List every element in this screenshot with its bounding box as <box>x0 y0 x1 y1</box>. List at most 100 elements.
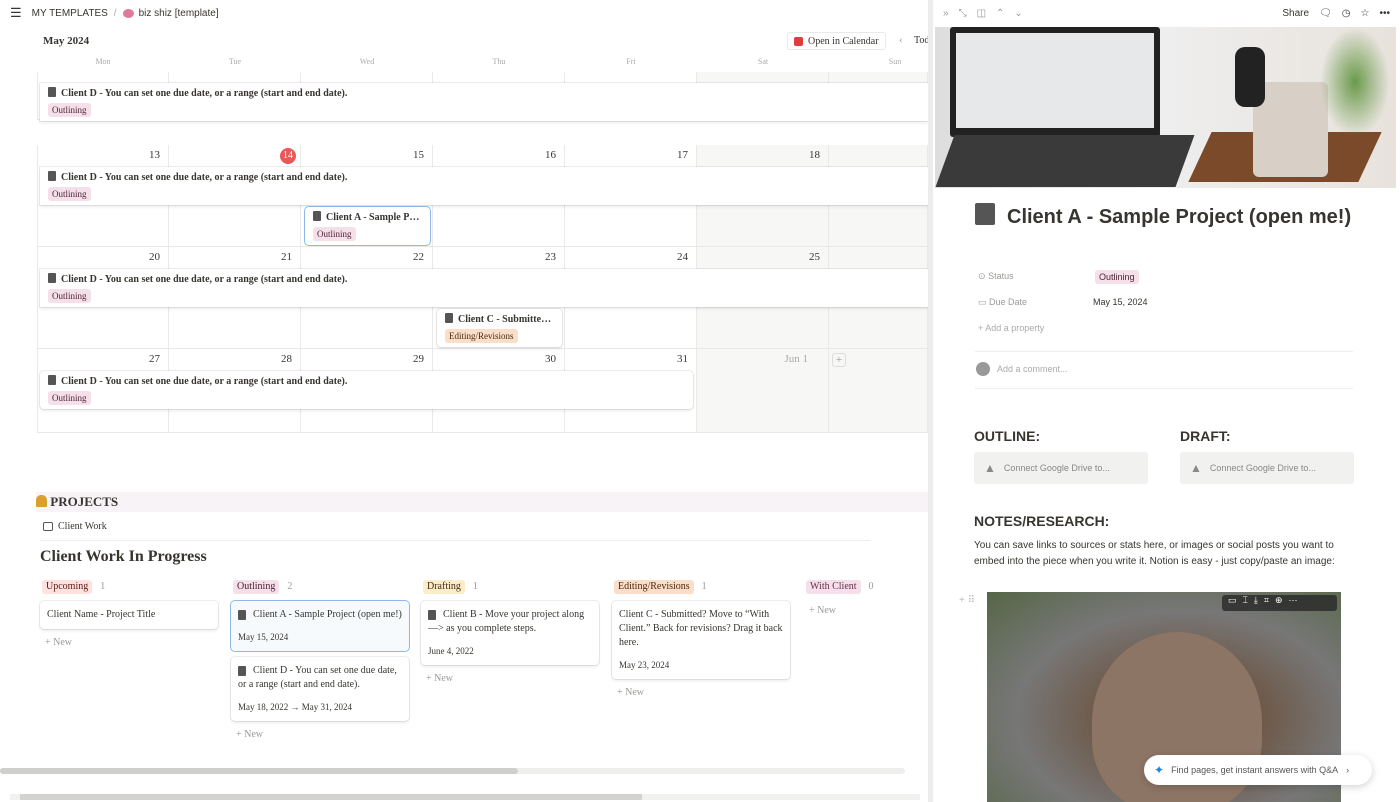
close-peek-icon[interactable]: » <box>943 8 949 19</box>
status-tag: Outlining <box>48 391 91 405</box>
property-due-date[interactable]: ▭ Due Date May 15, 2024 <box>978 297 1278 308</box>
day-number: 13 <box>149 149 160 161</box>
new-card-button[interactable]: + New <box>617 687 644 698</box>
column-count: 1 <box>100 581 106 592</box>
column-label: Editing/Revisions <box>614 580 694 594</box>
event-title: Client A - Sample Proj... <box>326 212 422 223</box>
calendar-event[interactable]: Client D - You can set one due date, or … <box>40 167 928 205</box>
board-card[interactable]: Client B - Move your project along —> as… <box>421 601 599 665</box>
weekday-mon: Mon <box>95 57 111 66</box>
weekday-tue: Tue <box>228 57 242 66</box>
calendar-day-cell[interactable]: Jun 1 <box>697 349 829 433</box>
draft-gdrive-button[interactable]: ▲ Connect Google Drive to... <box>1180 452 1354 484</box>
board-column-header[interactable]: Upcoming 1 <box>42 580 105 594</box>
new-card-button[interactable]: + New <box>809 605 836 616</box>
page-icon <box>48 375 56 385</box>
comments-icon[interactable]: 🗨 <box>1319 8 1332 19</box>
card-title: Client Name - Project Title <box>47 609 156 620</box>
board-card[interactable]: Client C - Submitted? Move to “With Clie… <box>612 601 790 679</box>
new-card-button[interactable]: + New <box>236 729 263 740</box>
day-number: 25 <box>809 251 820 263</box>
projects-heading-text: PROJECTS <box>50 494 119 509</box>
google-drive-icon: ▲ <box>984 461 996 475</box>
card-date: May 15, 2024 <box>238 632 289 642</box>
gdrive-label: Connect Google Drive to... <box>1209 463 1316 473</box>
breadcrumb-page[interactable]: biz shiz [template] <box>139 8 219 19</box>
up-icon[interactable]: ⌃ <box>996 8 1004 19</box>
new-label: New <box>625 687 645 698</box>
board-column-header[interactable]: Editing/Revisions 1 <box>614 580 707 594</box>
add-event-button[interactable]: + <box>832 353 846 367</box>
event-title: Client D - You can set one due date, or … <box>61 376 348 387</box>
due-date-value[interactable]: May 15, 2024 <box>1093 297 1148 307</box>
event-title: Client D - You can set one due date, or … <box>61 274 348 285</box>
board-card[interactable]: Client D - You can set one due date, or … <box>231 657 409 721</box>
comment-input[interactable]: Add a comment... <box>976 362 1068 376</box>
board-card[interactable]: Client A - Sample Project (open me!) May … <box>231 601 409 651</box>
day-number: Jun 1 <box>784 353 808 365</box>
page-scrollbar[interactable] <box>10 794 920 800</box>
board-title: Client Work In Progress <box>40 548 207 565</box>
calendar-event[interactable]: Client D - You can set one due date, or … <box>40 83 928 121</box>
down-icon[interactable]: ⌄ <box>1014 8 1022 19</box>
day-number: 27 <box>149 353 160 365</box>
calendar-event[interactable]: Client D - You can set one due date, or … <box>40 371 693 409</box>
history-icon[interactable]: ◷ <box>1342 8 1351 19</box>
add-property-button[interactable]: + Add a property <box>978 323 1044 333</box>
board-card[interactable]: Client Name - Project Title <box>40 601 218 629</box>
board-column-header[interactable]: Outlining 2 <box>233 580 292 594</box>
comment-placeholder: Add a comment... <box>997 364 1068 374</box>
card-title: Client B - Move your project along —> as… <box>428 609 585 634</box>
new-card-button[interactable]: + New <box>45 637 72 648</box>
block-handle-icon[interactable]: + ⠿ <box>959 595 975 606</box>
share-button[interactable]: Share <box>1282 8 1309 19</box>
status-tag: Outlining <box>313 227 356 241</box>
divider <box>40 540 870 541</box>
more-icon[interactable]: ••• <box>1379 8 1390 19</box>
card-date: May 23, 2024 <box>619 660 670 670</box>
qa-placeholder: Find pages, get instant answers with Q&A <box>1171 765 1339 775</box>
day-number: 16 <box>545 149 556 161</box>
card-date: June 4, 2022 <box>428 646 474 656</box>
status-tag: Editing/Revisions <box>445 329 518 343</box>
new-card-button[interactable]: + New <box>426 673 453 684</box>
page-icon <box>48 273 56 283</box>
property-status[interactable]: ⊙ Status Outlining <box>978 270 1278 284</box>
day-number: 31 <box>677 353 688 365</box>
expand-icon[interactable]: ⤡ <box>959 8 967 19</box>
calendar-event[interactable]: Client D - You can set one due date, or … <box>40 269 928 307</box>
image-toolbar: ▭⌶⤓⌗⊕⋯ <box>1222 595 1337 611</box>
calendar-event[interactable]: Client A - Sample Proj... Outlining <box>305 207 430 245</box>
qa-search-bar[interactable]: ✦ Find pages, get instant answers with Q… <box>1144 755 1372 785</box>
weekday-thu: Thu <box>492 57 506 66</box>
event-title: Client D - You can set one due date, or … <box>61 88 348 99</box>
board-column-header[interactable]: Drafting 1 <box>423 580 478 594</box>
calendar-icon: ▭ <box>978 297 987 307</box>
tab-client-work[interactable]: Client Work <box>43 521 107 532</box>
weekday-wed: Wed <box>359 57 375 66</box>
google-drive-icon: ▲ <box>1190 461 1202 475</box>
side-peek-icon[interactable]: ◫ <box>977 8 986 19</box>
day-number: 21 <box>281 251 292 263</box>
star-icon[interactable]: ☆ <box>1361 8 1370 19</box>
open-in-calendar-button[interactable]: Open in Calendar <box>787 32 886 50</box>
day-number: 28 <box>281 353 292 365</box>
board-column-header[interactable]: With Client 0 <box>806 580 874 594</box>
column-label: Outlining <box>233 580 280 594</box>
prev-month-button[interactable]: ‹ <box>899 34 903 46</box>
calendar-icon <box>794 36 803 46</box>
board-scrollbar[interactable] <box>0 768 905 774</box>
calendar-event[interactable]: Client C - Submitted? M... Editing/Revisi… <box>437 309 562 347</box>
column-count: 2 <box>287 581 293 592</box>
status-badge[interactable]: Outlining <box>1095 270 1139 284</box>
menu-icon[interactable]: ☰ <box>10 5 22 21</box>
column-label: With Client <box>806 580 861 594</box>
cover-image[interactable] <box>935 27 1396 188</box>
outline-gdrive-button[interactable]: ▲ Connect Google Drive to... <box>974 452 1148 484</box>
breadcrumb-workspace[interactable]: MY TEMPLATES <box>32 8 108 19</box>
column-count: 1 <box>472 581 478 592</box>
status-tag: Outlining <box>48 103 91 117</box>
day-number: 29 <box>413 353 424 365</box>
page-icon <box>48 171 56 181</box>
page-icon <box>428 610 436 620</box>
